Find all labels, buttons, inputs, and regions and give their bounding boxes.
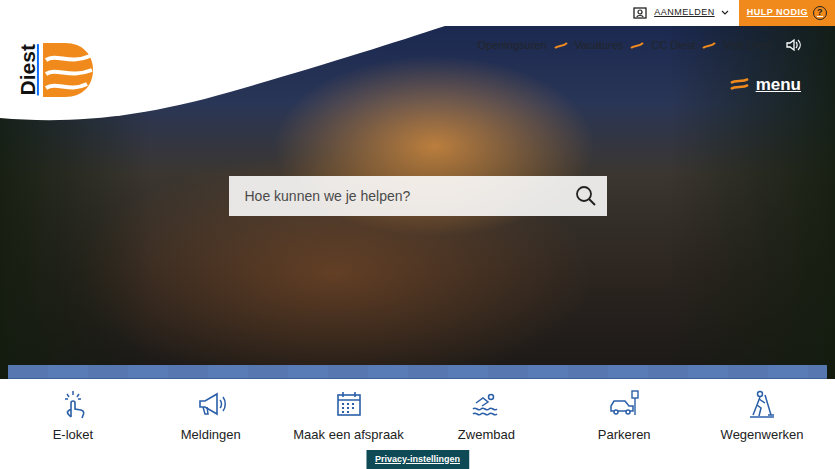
parking-icon [609,389,639,419]
login-button[interactable]: AANMELDEN [622,0,739,26]
help-label[interactable]: HULP NODIG [747,6,808,20]
menu-button[interactable]: menu [730,72,801,98]
quick-link[interactable]: E-loket [4,389,142,469]
quick-link[interactable]: Parkeren [555,389,693,469]
quick-link-label[interactable]: E-loket [53,425,93,445]
service-links: Openingsuren Vacatures CC Diest Visit Diest [477,37,801,54]
diest-logo-icon [43,43,93,97]
quick-link-label[interactable]: Zwembad [458,425,515,445]
logo[interactable]: Diest [0,26,93,98]
speaker-icon[interactable] [785,38,801,52]
separator-icon [702,42,716,49]
quick-link-label[interactable]: Meldingen [181,425,241,445]
quick-link[interactable]: Meldingen [142,389,280,469]
header-nav: Openingsuren Vacatures CC Diest Visit Diest… [477,26,835,97]
swimmer-icon [471,389,501,419]
quick-link[interactable]: Wegenwerken [693,389,831,469]
privacy-settings-button[interactable]: Privacy-instellingen [366,450,469,469]
blue-strip [8,365,827,379]
search-input[interactable] [243,185,575,208]
quick-link-label[interactable]: Maak een afspraak [293,425,404,445]
question-icon: ? [813,6,827,20]
hero-photo: Diest Openingsuren Vacatures CC Diest Visit … [0,26,835,379]
hero-content: Diest Openingsuren Vacatures CC Diest Visit … [0,26,835,379]
account-icon [632,5,648,21]
separator-icon [630,42,644,49]
header-row: Diest Openingsuren Vacatures CC Diest Visit … [0,26,835,98]
login-label[interactable]: AANMELDEN [654,6,715,20]
search-icon[interactable] [575,185,597,207]
menu-label[interactable]: menu [756,72,801,98]
chevron-down-icon [721,10,729,16]
logo-word: Diest [12,44,44,95]
help-button[interactable]: HULP NODIG? [739,0,835,26]
service-link[interactable]: Visit Diest [723,37,772,54]
megaphone-icon [196,389,226,419]
menu-icon [730,77,749,91]
roadworks-icon [747,389,777,419]
quick-link-label[interactable]: Wegenwerken [721,425,804,445]
service-link[interactable]: CC Diest [651,37,695,54]
touch-icon [58,389,88,419]
service-link[interactable]: Vacatures [575,37,624,54]
separator-icon [554,42,568,49]
search-box [229,176,607,216]
calendar-icon [334,389,364,419]
service-link[interactable]: Openingsuren [477,37,546,54]
quick-link-label[interactable]: Parkeren [598,425,651,445]
top-bar: AANMELDEN HULP NODIG? [0,0,835,26]
logo-text: Diest [16,42,40,98]
